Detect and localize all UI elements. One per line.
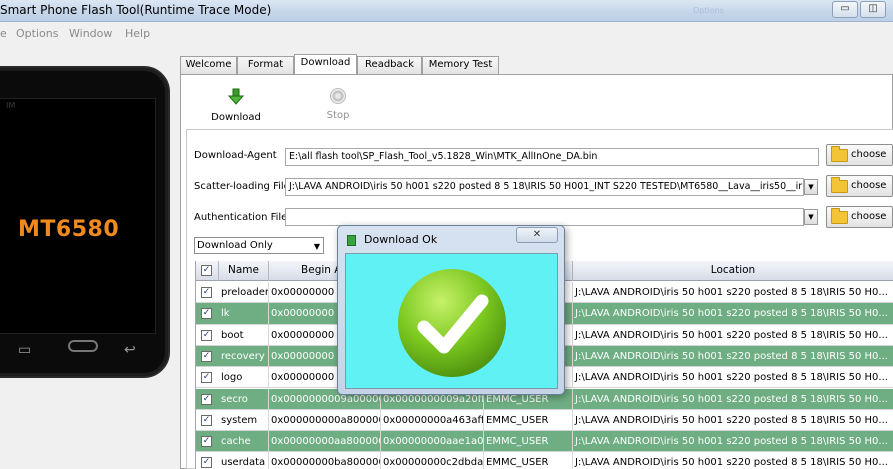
folder-icon: [831, 146, 848, 162]
auth-dropdown-button[interactable]: ▼: [804, 209, 818, 225]
cell-name: boot: [219, 324, 269, 346]
choose-label: choose: [851, 211, 887, 222]
download-ok-dialog: Download Ok ✕: [337, 225, 565, 395]
download-agent-label: Download-Agent: [194, 150, 277, 161]
checkmark-icon: [398, 269, 506, 377]
title-bar: Smart Phone Flash Tool(Runtime Trace Mod…: [0, 0, 893, 22]
cell-location: J:\LAVA ANDROID\iris 50 h001 s220 posted…: [573, 303, 893, 324]
download-arrow-icon: [227, 88, 245, 105]
download-agent-field[interactable]: E:\all flash tool\SP_Flash_Tool_v5.1828_…: [285, 148, 819, 166]
cell-region: EMMC_USER: [484, 409, 573, 431]
minimize-icon[interactable]: ▭: [832, 1, 858, 18]
cell-end: 0x00000000c2dbda9b: [381, 452, 484, 469]
phone-ghost-label: IM: [6, 101, 16, 110]
cell-region: EMMC_USER: [484, 452, 573, 469]
cell-region: EMMC_USER: [484, 431, 573, 453]
auth-file-field[interactable]: [285, 208, 804, 226]
cell-location: J:\LAVA ANDROID\iris 50 h001 s220 posted…: [573, 346, 893, 367]
tab-memory-test[interactable]: Memory Test: [422, 56, 499, 74]
menu-key-icon: ▭: [18, 342, 32, 358]
dialog-body: [345, 253, 558, 389]
folder-icon: [831, 177, 848, 193]
row-checkbox[interactable]: ✓: [201, 372, 212, 384]
window-title: Smart Phone Flash Tool(Runtime Trace Mod…: [0, 3, 272, 17]
chipset-label: MT6580: [18, 217, 120, 242]
table-row[interactable]: ✓ cache 0x00000000aa800000 0x00000000aae1a0…: [196, 431, 893, 453]
menu-item-window[interactable]: Window: [69, 27, 112, 40]
cell-name: logo: [219, 367, 269, 389]
stop-button[interactable]: Stop: [308, 88, 368, 121]
auth-choose-button[interactable]: choose: [826, 206, 893, 228]
cell-begin: 0x000000000a800000: [269, 409, 381, 431]
scatter-dropdown-button[interactable]: ▼: [804, 179, 818, 195]
cell-begin: 0x00000000aa800000: [269, 431, 381, 453]
title-ghost-text: Options: [693, 6, 724, 15]
menu-item-help[interactable]: Help: [125, 27, 150, 40]
row-checkbox[interactable]: ✓: [201, 436, 212, 448]
phone-image: IM MT6580 ▭ ↩: [0, 66, 170, 378]
row-checkbox[interactable]: ✓: [201, 393, 212, 405]
menu-bar: e Options Window Help: [0, 23, 893, 45]
stop-icon: [330, 88, 346, 104]
row-checkbox[interactable]: ✓: [201, 329, 212, 341]
tab-readback[interactable]: Readback: [357, 56, 422, 74]
menu-item-options[interactable]: Options: [16, 27, 58, 40]
choose-label: choose: [851, 149, 887, 160]
choose-label: choose: [851, 180, 887, 191]
cell-name: system: [219, 409, 269, 431]
download-mode-select[interactable]: Download Only ▼: [194, 237, 324, 254]
tab-download[interactable]: Download: [294, 54, 357, 75]
back-key-icon: ↩: [124, 342, 136, 358]
cell-name: recovery: [219, 345, 269, 367]
download-button[interactable]: Download: [206, 88, 266, 123]
table-row[interactable]: ✓ system 0x000000000a800000 0x00000000a463a…: [196, 409, 893, 432]
cell-end: 0x00000000aae1a0cf: [381, 431, 484, 453]
restore-icon[interactable]: ◫: [860, 1, 886, 18]
cell-name: cache: [219, 431, 269, 453]
menu-item-file[interactable]: e: [0, 27, 7, 40]
auth-file-label: Authentication File: [194, 212, 288, 223]
cell-location: J:\LAVA ANDROID\iris 50 h001 s220 posted…: [573, 367, 893, 388]
close-icon[interactable]: ✕: [516, 227, 558, 243]
tab-welcome[interactable]: Welcome: [180, 56, 237, 74]
scatter-file-field[interactable]: J:\LAVA ANDROID\iris 50 h001 s220 posted…: [285, 178, 804, 196]
chevron-down-icon: ▼: [313, 242, 320, 251]
row-checkbox[interactable]: ✓: [201, 414, 212, 426]
phone-screen: [0, 98, 156, 334]
cell-location: J:\LAVA ANDROID\iris 50 h001 s220 posted…: [573, 410, 893, 431]
home-key-icon: [68, 340, 98, 352]
cell-end: 0x00000000a463afff: [381, 409, 484, 431]
stop-label: Stop: [326, 110, 350, 121]
table-row[interactable]: ✓ userdata 0x00000000ba800000 0x00000000c2d…: [196, 452, 893, 469]
download-label: Download: [211, 112, 261, 123]
app-icon: [347, 235, 356, 246]
cell-name: lk: [219, 303, 269, 325]
row-checkbox[interactable]: ✓: [201, 457, 212, 469]
cell-location: J:\LAVA ANDROID\iris 50 h001 s220 posted…: [573, 282, 893, 303]
cell-location: J:\LAVA ANDROID\iris 50 h001 s220 posted…: [573, 325, 893, 346]
row-checkbox[interactable]: ✓: [201, 308, 212, 320]
header-select-all[interactable]: ✓: [196, 261, 219, 281]
cell-location: J:\LAVA ANDROID\iris 50 h001 s220 posted…: [573, 431, 893, 452]
download-agent-choose-button[interactable]: choose: [826, 144, 893, 166]
download-mode-value: Download Only: [197, 240, 273, 251]
cell-begin: 0x00000000ba800000: [269, 452, 381, 469]
folder-icon: [831, 208, 848, 224]
cell-name: preloader: [219, 282, 269, 303]
cell-location: J:\LAVA ANDROID\iris 50 h001 s220 posted…: [573, 389, 893, 410]
header-name[interactable]: Name: [219, 261, 269, 281]
cell-name: secro: [219, 388, 269, 410]
row-checkbox[interactable]: ✓: [201, 350, 212, 362]
scatter-choose-button[interactable]: choose: [826, 175, 893, 197]
scatter-file-label: Scatter-loading File: [194, 181, 290, 192]
row-checkbox[interactable]: ✓: [201, 287, 212, 298]
dialog-title: Download Ok: [364, 233, 438, 246]
phone-keys: ▭ ↩: [0, 338, 172, 368]
header-location[interactable]: Location: [573, 261, 893, 281]
cell-location: J:\LAVA ANDROID\iris 50 h001 s220 posted…: [573, 452, 893, 469]
checkbox-icon[interactable]: ✓: [201, 265, 212, 276]
cell-name: userdata: [219, 452, 269, 469]
tab-format[interactable]: Format: [237, 56, 294, 74]
